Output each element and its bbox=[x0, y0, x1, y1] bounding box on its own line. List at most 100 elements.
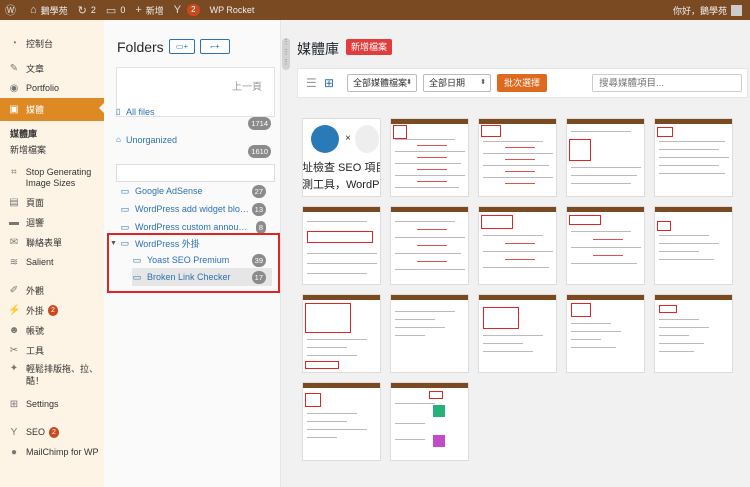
menu-label: 媒體 bbox=[26, 105, 45, 115]
thumb-line bbox=[307, 253, 377, 254]
menu-salient[interactable]: ≋ Salient bbox=[0, 252, 104, 272]
all-files-item[interactable]: ▯ All files 1714 bbox=[116, 107, 275, 133]
media-thumbnail[interactable] bbox=[390, 382, 469, 461]
thumb-highlight bbox=[305, 361, 339, 369]
thumb-line bbox=[659, 165, 719, 166]
thumb-line bbox=[395, 403, 435, 404]
thumb-line bbox=[307, 413, 357, 414]
menu-users[interactable]: ☻ 帳號 bbox=[0, 320, 104, 340]
thumb-line bbox=[659, 235, 709, 236]
media-thumbnail[interactable] bbox=[302, 382, 381, 461]
submenu-add-new[interactable]: 新增檔案 bbox=[0, 142, 104, 158]
thumb-line bbox=[395, 139, 455, 140]
new-folder-label: + bbox=[183, 42, 189, 51]
menu-stop-generating[interactable]: ⌗ Stop Generating Image Sizes bbox=[0, 164, 104, 192]
media-thumbnail[interactable] bbox=[654, 118, 733, 197]
date-filter[interactable]: 全部日期 ⬍ bbox=[423, 74, 491, 92]
menu-contact[interactable]: ✉ 聯絡表單 bbox=[0, 232, 104, 252]
thumb-line bbox=[395, 327, 445, 328]
thumb-red-line bbox=[417, 145, 447, 146]
all-files-count: 1714 bbox=[248, 117, 271, 130]
menu-dashboard[interactable]: ◔ 控制台 bbox=[0, 33, 104, 53]
menu-media[interactable]: ▣ 媒體 bbox=[0, 98, 104, 121]
menu-plugins[interactable]: ⚡ 外掛 2 bbox=[0, 300, 104, 320]
media-thumbnail[interactable] bbox=[390, 118, 469, 197]
media-thumbnail[interactable] bbox=[302, 206, 381, 285]
menu-portfolio[interactable]: ◉ Portfolio bbox=[0, 78, 104, 98]
comment-bubble-icon: ▭ bbox=[105, 4, 117, 17]
folder-item[interactable]: ▭ Google AdSense 27 bbox=[120, 182, 272, 200]
media-type-value: 全部媒體檔案 bbox=[353, 78, 408, 88]
submenu-media-library[interactable]: 媒體庫 bbox=[0, 126, 104, 142]
media-search-input[interactable] bbox=[592, 74, 742, 92]
home-icon: ⌂ bbox=[116, 135, 121, 144]
grid-view-icon[interactable]: ⊞ bbox=[324, 77, 338, 91]
site-name-link[interactable]: ⌂ 鵝學苑 bbox=[25, 0, 73, 20]
comments-link[interactable]: ▭ 0 bbox=[101, 0, 130, 20]
media-thumbnail[interactable] bbox=[478, 206, 557, 285]
media-thumbnail[interactable] bbox=[654, 294, 733, 373]
menu-comments[interactable]: ▬ 迴響 bbox=[0, 212, 104, 232]
media-thumbnail[interactable] bbox=[390, 206, 469, 285]
thumbnail-text: 測工具，WordP bbox=[302, 179, 380, 191]
updown-arrow-icon: ⬍ bbox=[480, 79, 486, 86]
menu-appearance[interactable]: ✐ 外觀 bbox=[0, 280, 104, 300]
yoast-icon: Y bbox=[173, 4, 182, 16]
drag-handle-icon[interactable]: ⋮ ⋮ ⋮ bbox=[282, 38, 290, 70]
new-subfolder-button[interactable]: ⌐ + bbox=[200, 39, 230, 54]
plus-icon: + bbox=[135, 4, 142, 16]
settings-icon: ⊞ bbox=[9, 398, 19, 410]
folder-label: WordPress add widget bloo... bbox=[135, 204, 250, 214]
menu-layout-builder[interactable]: ✦ 輕鬆排版拖、拉、酷！ bbox=[0, 360, 104, 394]
media-thumbnail[interactable] bbox=[302, 294, 381, 373]
thumb-line bbox=[307, 421, 347, 422]
updates-link[interactable]: ↻ 2 bbox=[73, 0, 101, 20]
media-thumbnail[interactable] bbox=[478, 118, 557, 197]
new-folder-button[interactable]: ▭ + bbox=[169, 39, 195, 54]
list-view-icon[interactable]: ☰ bbox=[306, 77, 320, 91]
thumb-header bbox=[655, 295, 732, 300]
yoast-link[interactable]: Y2 bbox=[169, 0, 205, 20]
media-thumbnail[interactable] bbox=[566, 118, 645, 197]
menu-label: Stop Generating Image Sizes bbox=[25, 167, 92, 188]
menu-label: Settings bbox=[26, 399, 59, 409]
thumb-highlight bbox=[657, 221, 671, 231]
folder-item[interactable]: ▭ WordPress add widget bloo... 13 bbox=[120, 200, 272, 218]
thumb-red-line bbox=[417, 157, 447, 158]
thumb-line bbox=[659, 319, 699, 320]
date-value: 全部日期 bbox=[429, 78, 466, 88]
thumb-line bbox=[395, 269, 465, 270]
media-thumbnail[interactable] bbox=[566, 294, 645, 373]
avatar bbox=[731, 4, 742, 16]
wp-rocket-link[interactable]: WP Rocket bbox=[205, 0, 260, 20]
bulk-select-button[interactable]: 批次選擇 bbox=[497, 74, 548, 92]
menu-settings[interactable]: ⊞ Settings bbox=[0, 394, 104, 414]
menu-posts[interactable]: ✎ 文章 bbox=[0, 58, 104, 78]
wrench-icon: ✂ bbox=[9, 344, 19, 356]
folder-count: 13 bbox=[251, 203, 266, 216]
account-link[interactable]: 你好，鵝學苑 bbox=[668, 0, 750, 20]
mailchimp-icon: ● bbox=[10, 446, 18, 458]
wp-logo-button[interactable]: Ⓦ bbox=[0, 0, 25, 20]
menu-pages[interactable]: ▤ 頁面 bbox=[0, 192, 104, 212]
folder-search-input[interactable] bbox=[116, 164, 275, 182]
media-thumbnail[interactable] bbox=[566, 206, 645, 285]
add-new-button[interactable]: 新增檔案 bbox=[346, 39, 393, 55]
folder-count: 27 bbox=[251, 185, 266, 198]
plugin-logo bbox=[355, 125, 379, 153]
thumb-line bbox=[483, 251, 553, 252]
thumb-line bbox=[483, 267, 549, 268]
media-thumbnail[interactable] bbox=[478, 294, 557, 373]
panel-resizer[interactable]: ⋮ ⋮ ⋮ bbox=[281, 20, 291, 487]
thumb-line bbox=[483, 141, 543, 142]
menu-mailchimp[interactable]: ● MailChimp for WP bbox=[0, 442, 104, 462]
new-content-link[interactable]: + 新增 bbox=[130, 0, 168, 20]
media-thumbnail[interactable] bbox=[654, 206, 733, 285]
media-thumbnail[interactable] bbox=[390, 294, 469, 373]
media-thumbnail[interactable]: × 址檢查 SEO 項目 測工具，WordP bbox=[302, 118, 381, 197]
menu-seo[interactable]: Y SEO 2 bbox=[0, 422, 104, 442]
unorganized-item[interactable]: ⌂ Unorganized 1610 bbox=[116, 135, 275, 161]
menu-tools[interactable]: ✂ 工具 bbox=[0, 340, 104, 360]
media-type-filter[interactable]: 全部媒體檔案 ⬍ bbox=[347, 74, 417, 92]
thumb-highlight bbox=[307, 231, 373, 243]
